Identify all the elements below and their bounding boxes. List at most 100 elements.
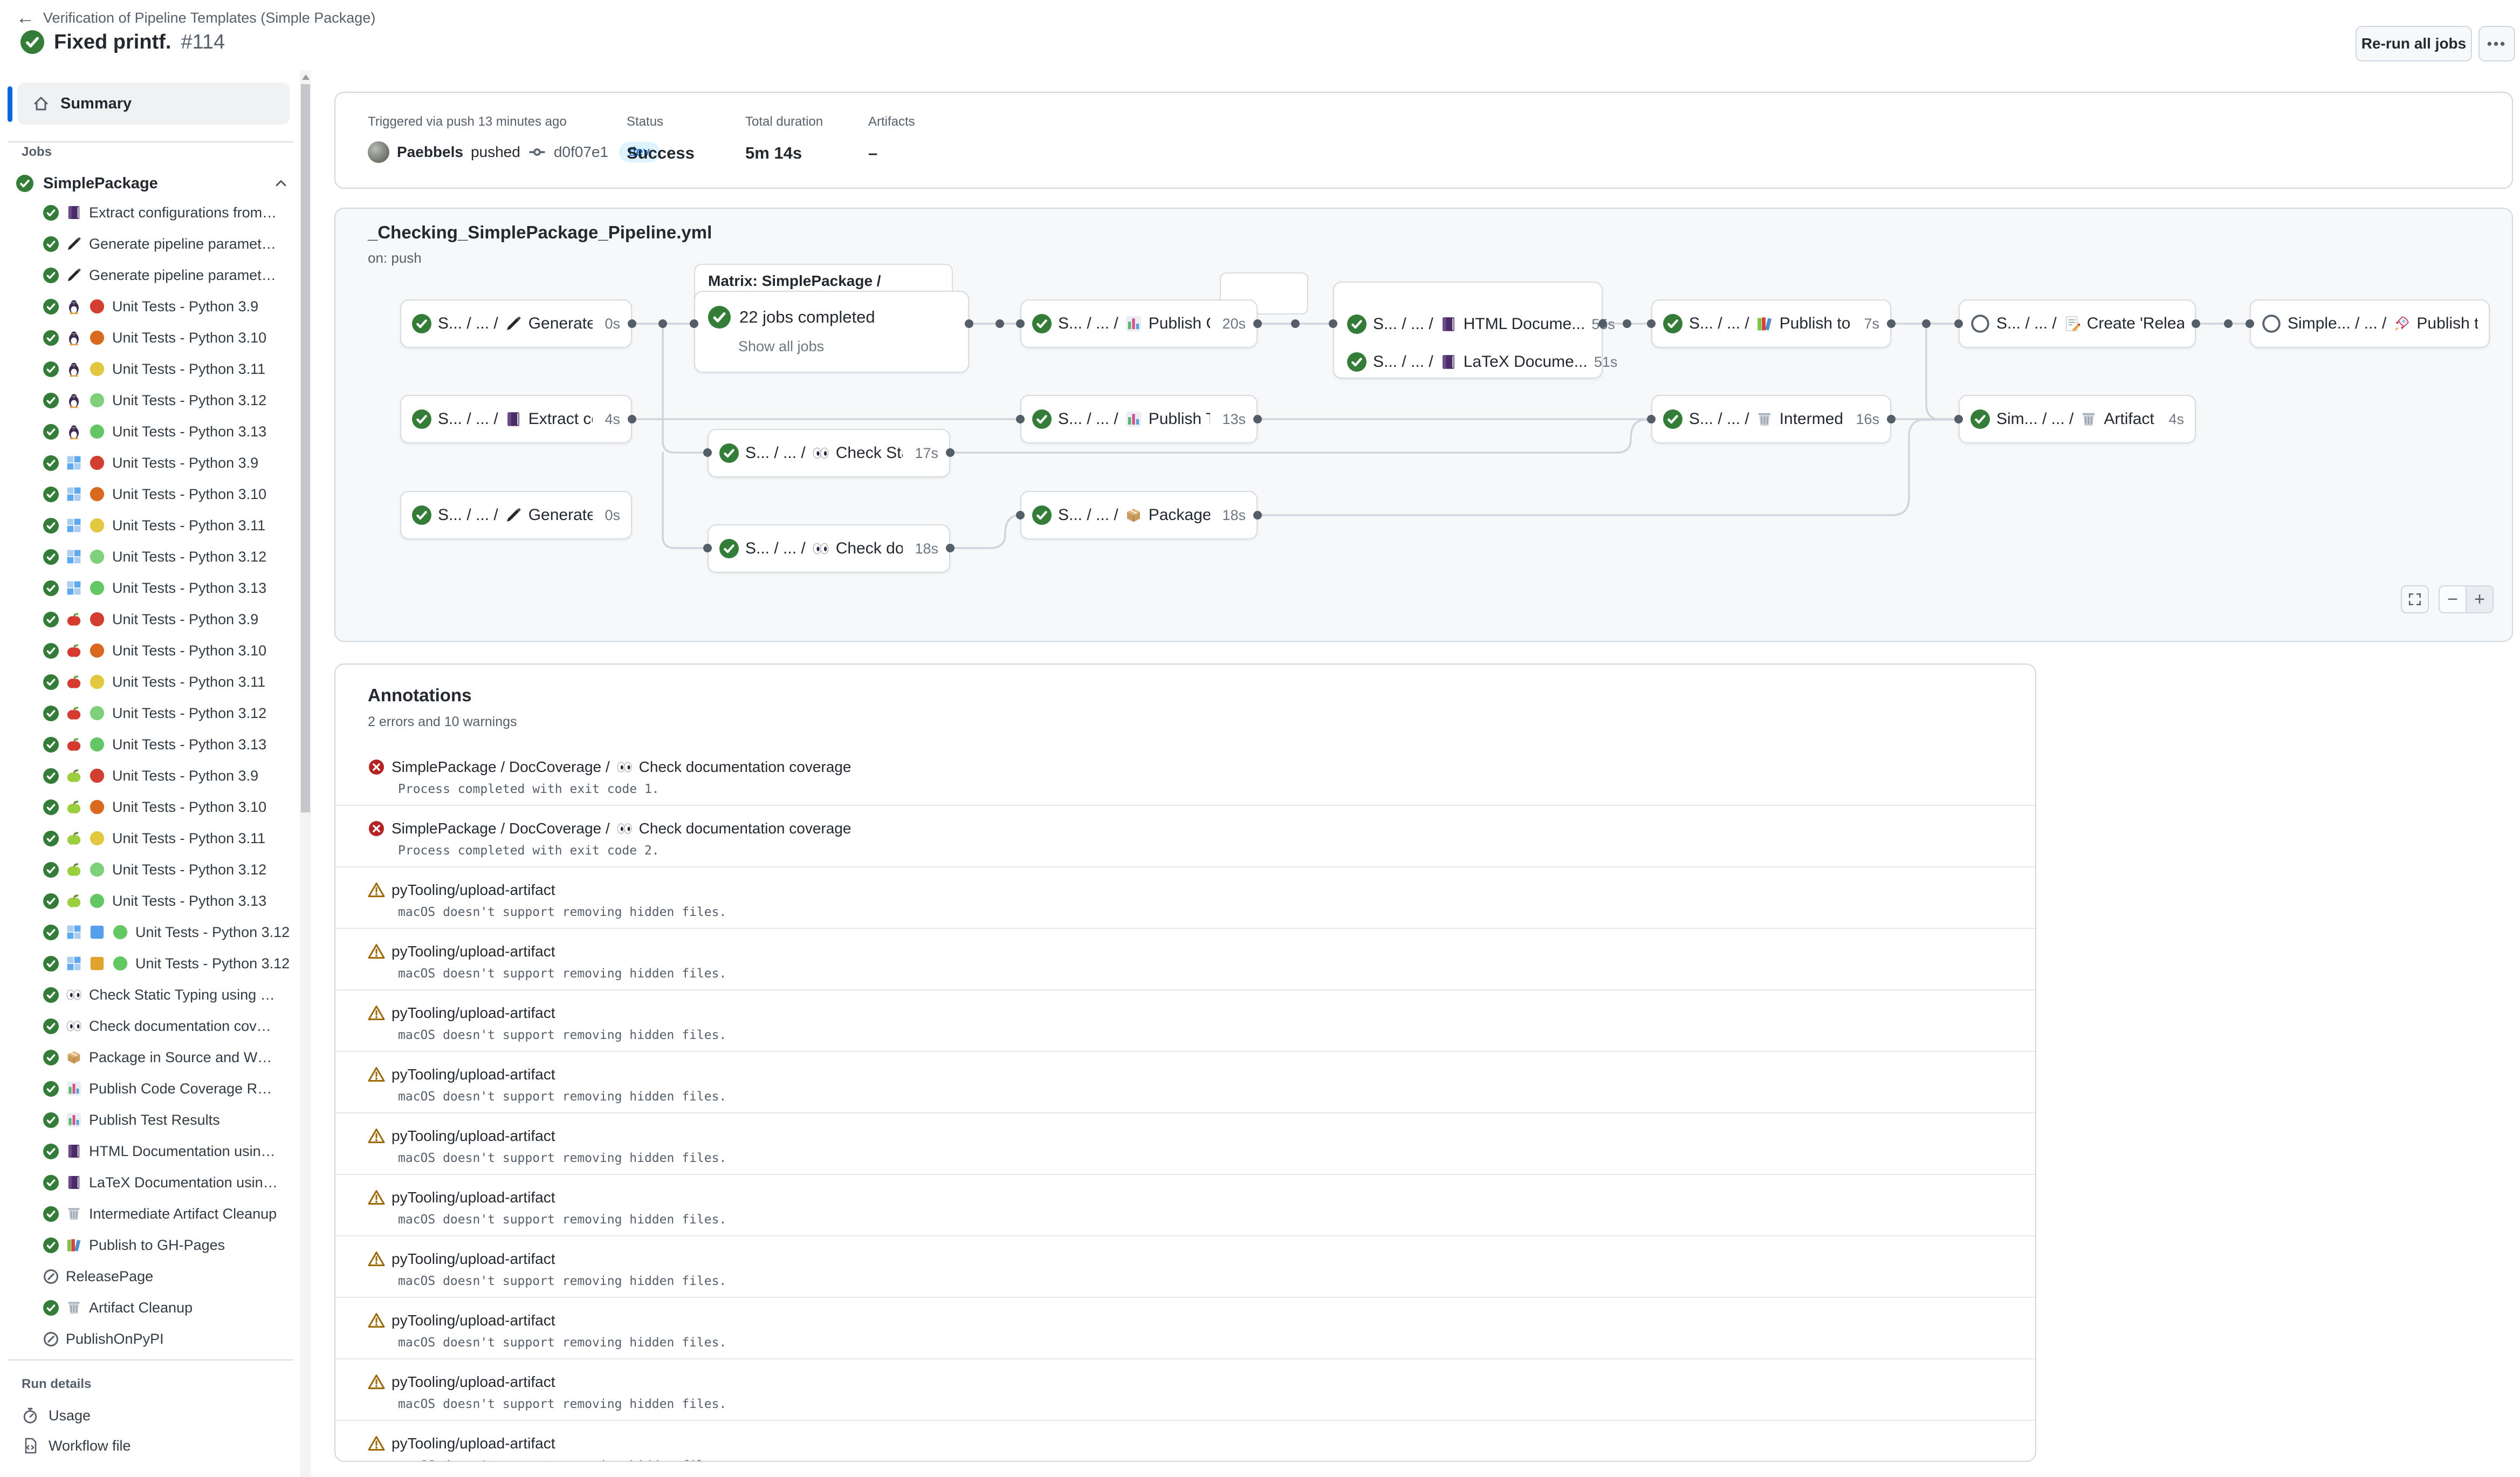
graph-node-ghpages[interactable]: S... / ... /Publish to GH-P...7s bbox=[1651, 299, 1891, 348]
back-arrow-icon[interactable]: ← bbox=[16, 9, 35, 27]
graph-node-static[interactable]: S... / ... /Check Static Ty...17s bbox=[708, 429, 950, 477]
sidebar-job-item[interactable]: Unit Tests - Python 3.13 bbox=[0, 885, 300, 917]
job-label: Generate pipeline parameters bbox=[89, 267, 278, 284]
annotation-warning[interactable]: pyTooling/upload-artifactmacOS doesn't s… bbox=[335, 1112, 2035, 1174]
avatar[interactable] bbox=[368, 141, 389, 163]
annotation-error[interactable]: SimplePackage / DocCoverage /Check docum… bbox=[335, 805, 2035, 866]
graph-node-extract[interactable]: S... / ... /Extract configur...4s bbox=[400, 395, 632, 443]
graph-node-html[interactable]: S... / ... /HTML Docume...55s bbox=[1334, 305, 1602, 343]
sidebar-job-item[interactable]: Unit Tests - Python 3.12 bbox=[0, 917, 300, 948]
trash-icon bbox=[2080, 411, 2097, 428]
job-label: Unit Tests - Python 3.10 bbox=[112, 642, 266, 659]
annotation-warning[interactable]: pyTooling/upload-artifactmacOS doesn't s… bbox=[335, 1297, 2035, 1358]
annotation-warning[interactable]: pyTooling/upload-artifactmacOS doesn't s… bbox=[335, 928, 2035, 989]
sidebar-job-item[interactable]: HTML Documentation using ... bbox=[0, 1136, 300, 1167]
annotation-error[interactable]: SimplePackage / DocCoverage /Check docum… bbox=[335, 744, 2035, 805]
zoom-in-button[interactable]: + bbox=[2467, 586, 2492, 612]
job-path-prefix: S... / ... / bbox=[745, 539, 806, 558]
breadcrumb[interactable]: ← Verification of Pipeline Templates (Si… bbox=[16, 9, 375, 27]
scrollbar-thumb[interactable] bbox=[301, 84, 310, 812]
annotation-warning[interactable]: pyTooling/upload-artifactmacOS doesn't s… bbox=[335, 866, 2035, 928]
show-all-jobs-link[interactable]: Show all jobs bbox=[738, 338, 824, 355]
sidebar-job-item[interactable]: ReleasePage bbox=[0, 1261, 300, 1292]
annotation-warning[interactable]: pyTooling/upload-artifactmacOS doesn't s… bbox=[335, 1051, 2035, 1112]
more-options-button[interactable]: ••• bbox=[2478, 26, 2515, 61]
annotation-warning[interactable]: pyTooling/upload-artifactmacOS doesn't s… bbox=[335, 1358, 2035, 1420]
sidebar-scrollbar[interactable] bbox=[300, 70, 311, 1477]
commit-sha[interactable]: d0f07e1 bbox=[554, 143, 608, 161]
sidebar-job-item[interactable]: PublishOnPyPI bbox=[0, 1323, 300, 1355]
sidebar-job-item[interactable]: Generate pipeline parameters bbox=[0, 228, 300, 259]
sidebar-job-item[interactable]: Unit Tests - Python 3.10 bbox=[0, 791, 300, 823]
sidebar-job-item[interactable]: Unit Tests - Python 3.10 bbox=[0, 635, 300, 666]
commit-icon bbox=[528, 143, 546, 161]
graph-node-pubtest[interactable]: S... / ... /Publish Test Re...13s bbox=[1020, 395, 1258, 443]
sidebar-job-item[interactable]: Package in Source and Wheel... bbox=[0, 1042, 300, 1073]
matrix-group-node[interactable]: 22 jobs completed Show all jobs bbox=[694, 291, 969, 373]
annotation-title: pyTooling/upload-artifact bbox=[392, 1189, 555, 1206]
sidebar-job-item[interactable]: Unit Tests - Python 3.9 bbox=[0, 447, 300, 478]
graph-node-doccov[interactable]: S... / ... /Check docume...18s bbox=[708, 524, 950, 573]
rocket-icon bbox=[2393, 315, 2410, 332]
chevron-up-icon[interactable] bbox=[273, 176, 289, 191]
annotation-warning[interactable]: pyTooling/upload-artifactmacOS doesn't s… bbox=[335, 1235, 2035, 1297]
job-label: Generate pipeline parameters bbox=[89, 236, 278, 252]
graph-node-gen1[interactable]: S... / ... /Generate pipelin...0s bbox=[400, 299, 632, 348]
sidebar-job-item[interactable]: Unit Tests - Python 3.10 bbox=[0, 478, 300, 510]
sidebar-job-item[interactable]: Unit Tests - Python 3.12 bbox=[0, 854, 300, 885]
sidebar-job-item[interactable]: Unit Tests - Python 3.10 bbox=[0, 322, 300, 353]
annotation-warning[interactable]: pyTooling/upload-artifactmacOS doesn't s… bbox=[335, 1174, 2035, 1235]
sidebar-item-summary[interactable]: Summary bbox=[17, 83, 290, 125]
sidebar-job-item[interactable]: Unit Tests - Python 3.11 bbox=[0, 510, 300, 541]
sidebar-job-item[interactable]: Unit Tests - Python 3.12 bbox=[0, 948, 300, 979]
home-icon bbox=[32, 95, 50, 112]
sidebar-job-item[interactable]: Unit Tests - Python 3.9 bbox=[0, 291, 300, 322]
scroll-up-arrow-icon[interactable] bbox=[302, 74, 310, 80]
graph-node-gen2[interactable]: S... / ... /Generate pipelin...0s bbox=[400, 491, 632, 539]
sidebar-job-item[interactable]: Unit Tests - Python 3.13 bbox=[0, 416, 300, 447]
graph-node-artifact[interactable]: Sim... / ... /Artifact Cleanup4s bbox=[1959, 395, 2196, 443]
sidebar-job-item[interactable]: Publish Test Results bbox=[0, 1104, 300, 1136]
graph-node-intermediate[interactable]: S... / ... /Intermediate A...16s bbox=[1651, 395, 1891, 443]
sidebar-job-item[interactable]: Check documentation covera... bbox=[0, 1010, 300, 1042]
graph-node-release[interactable]: S... / ... /Create 'Release Pa... bbox=[1959, 299, 2196, 348]
rerun-all-jobs-button[interactable]: Re-run all jobs bbox=[2356, 26, 2472, 61]
sidebar-job-item[interactable]: Unit Tests - Python 3.9 bbox=[0, 760, 300, 791]
breadcrumb-label[interactable]: Verification of Pipeline Templates (Simp… bbox=[43, 10, 375, 26]
sidebar-job-item[interactable]: Generate pipeline parameters bbox=[0, 259, 300, 291]
book-icon bbox=[505, 411, 522, 428]
annotation-warning[interactable]: pyTooling/upload-artifactmacOS doesn't s… bbox=[335, 989, 2035, 1051]
sidebar-job-item[interactable]: Publish to GH-Pages bbox=[0, 1229, 300, 1261]
sidebar-workflow-group[interactable]: SimplePackage bbox=[16, 168, 294, 199]
sidebar-job-item[interactable]: Unit Tests - Python 3.9 bbox=[0, 604, 300, 635]
sidebar-job-item[interactable]: Unit Tests - Python 3.11 bbox=[0, 666, 300, 698]
sidebar-job-item[interactable]: Check Static Typing using Pyt... bbox=[0, 979, 300, 1010]
sidebar-job-item[interactable]: Artifact Cleanup bbox=[0, 1292, 300, 1323]
fullscreen-button[interactable] bbox=[2401, 585, 2429, 613]
job-label: Publish to GH-P... bbox=[1780, 314, 1852, 333]
sidebar-item-usage[interactable]: Usage bbox=[0, 1400, 321, 1431]
pen-icon bbox=[66, 267, 82, 283]
actor-name[interactable]: Paebbels bbox=[397, 143, 463, 161]
sidebar-job-item[interactable]: Extract configurations from p... bbox=[0, 197, 300, 228]
graph-node-package[interactable]: S... / ... /Package in Sou...18s bbox=[1020, 491, 1258, 539]
sidebar-job-item[interactable]: Unit Tests - Python 3.11 bbox=[0, 823, 300, 854]
sidebar-item-workflow-file[interactable]: Workflow file bbox=[0, 1431, 321, 1461]
zoom-out-button[interactable]: − bbox=[2440, 586, 2467, 612]
job-path-prefix: S... / ... / bbox=[1373, 315, 1433, 333]
sidebar-job-item[interactable]: Intermediate Artifact Cleanup bbox=[0, 1198, 300, 1229]
sidebar-job-item[interactable]: LaTeX Documentation using ... bbox=[0, 1167, 300, 1198]
sidebar-job-item[interactable]: Unit Tests - Python 3.12 bbox=[0, 541, 300, 572]
sidebar-job-item[interactable]: Unit Tests - Python 3.12 bbox=[0, 698, 300, 729]
sidebar-job-item[interactable]: Unit Tests - Python 3.11 bbox=[0, 353, 300, 385]
windows-icon bbox=[66, 580, 82, 596]
annotation-warning[interactable]: pyTooling/upload-artifactmacOS doesn't s… bbox=[335, 1420, 2035, 1462]
windows-icon bbox=[66, 517, 82, 534]
sidebar-job-item[interactable]: Unit Tests - Python 3.13 bbox=[0, 729, 300, 760]
sidebar-job-item[interactable]: Publish Code Coverage Results bbox=[0, 1073, 300, 1104]
sidebar-job-item[interactable]: Unit Tests - Python 3.12 bbox=[0, 385, 300, 416]
sidebar-job-item[interactable]: Unit Tests - Python 3.13 bbox=[0, 572, 300, 604]
graph-node-pypi[interactable]: Simple... / ... /Publish to PyPI bbox=[2250, 299, 2490, 348]
graph-node-pubcov[interactable]: S... / ... /Publish Code C...20s bbox=[1020, 299, 1258, 348]
graph-node-latex[interactable]: S... / ... /LaTeX Docume...51s bbox=[1334, 343, 1602, 381]
